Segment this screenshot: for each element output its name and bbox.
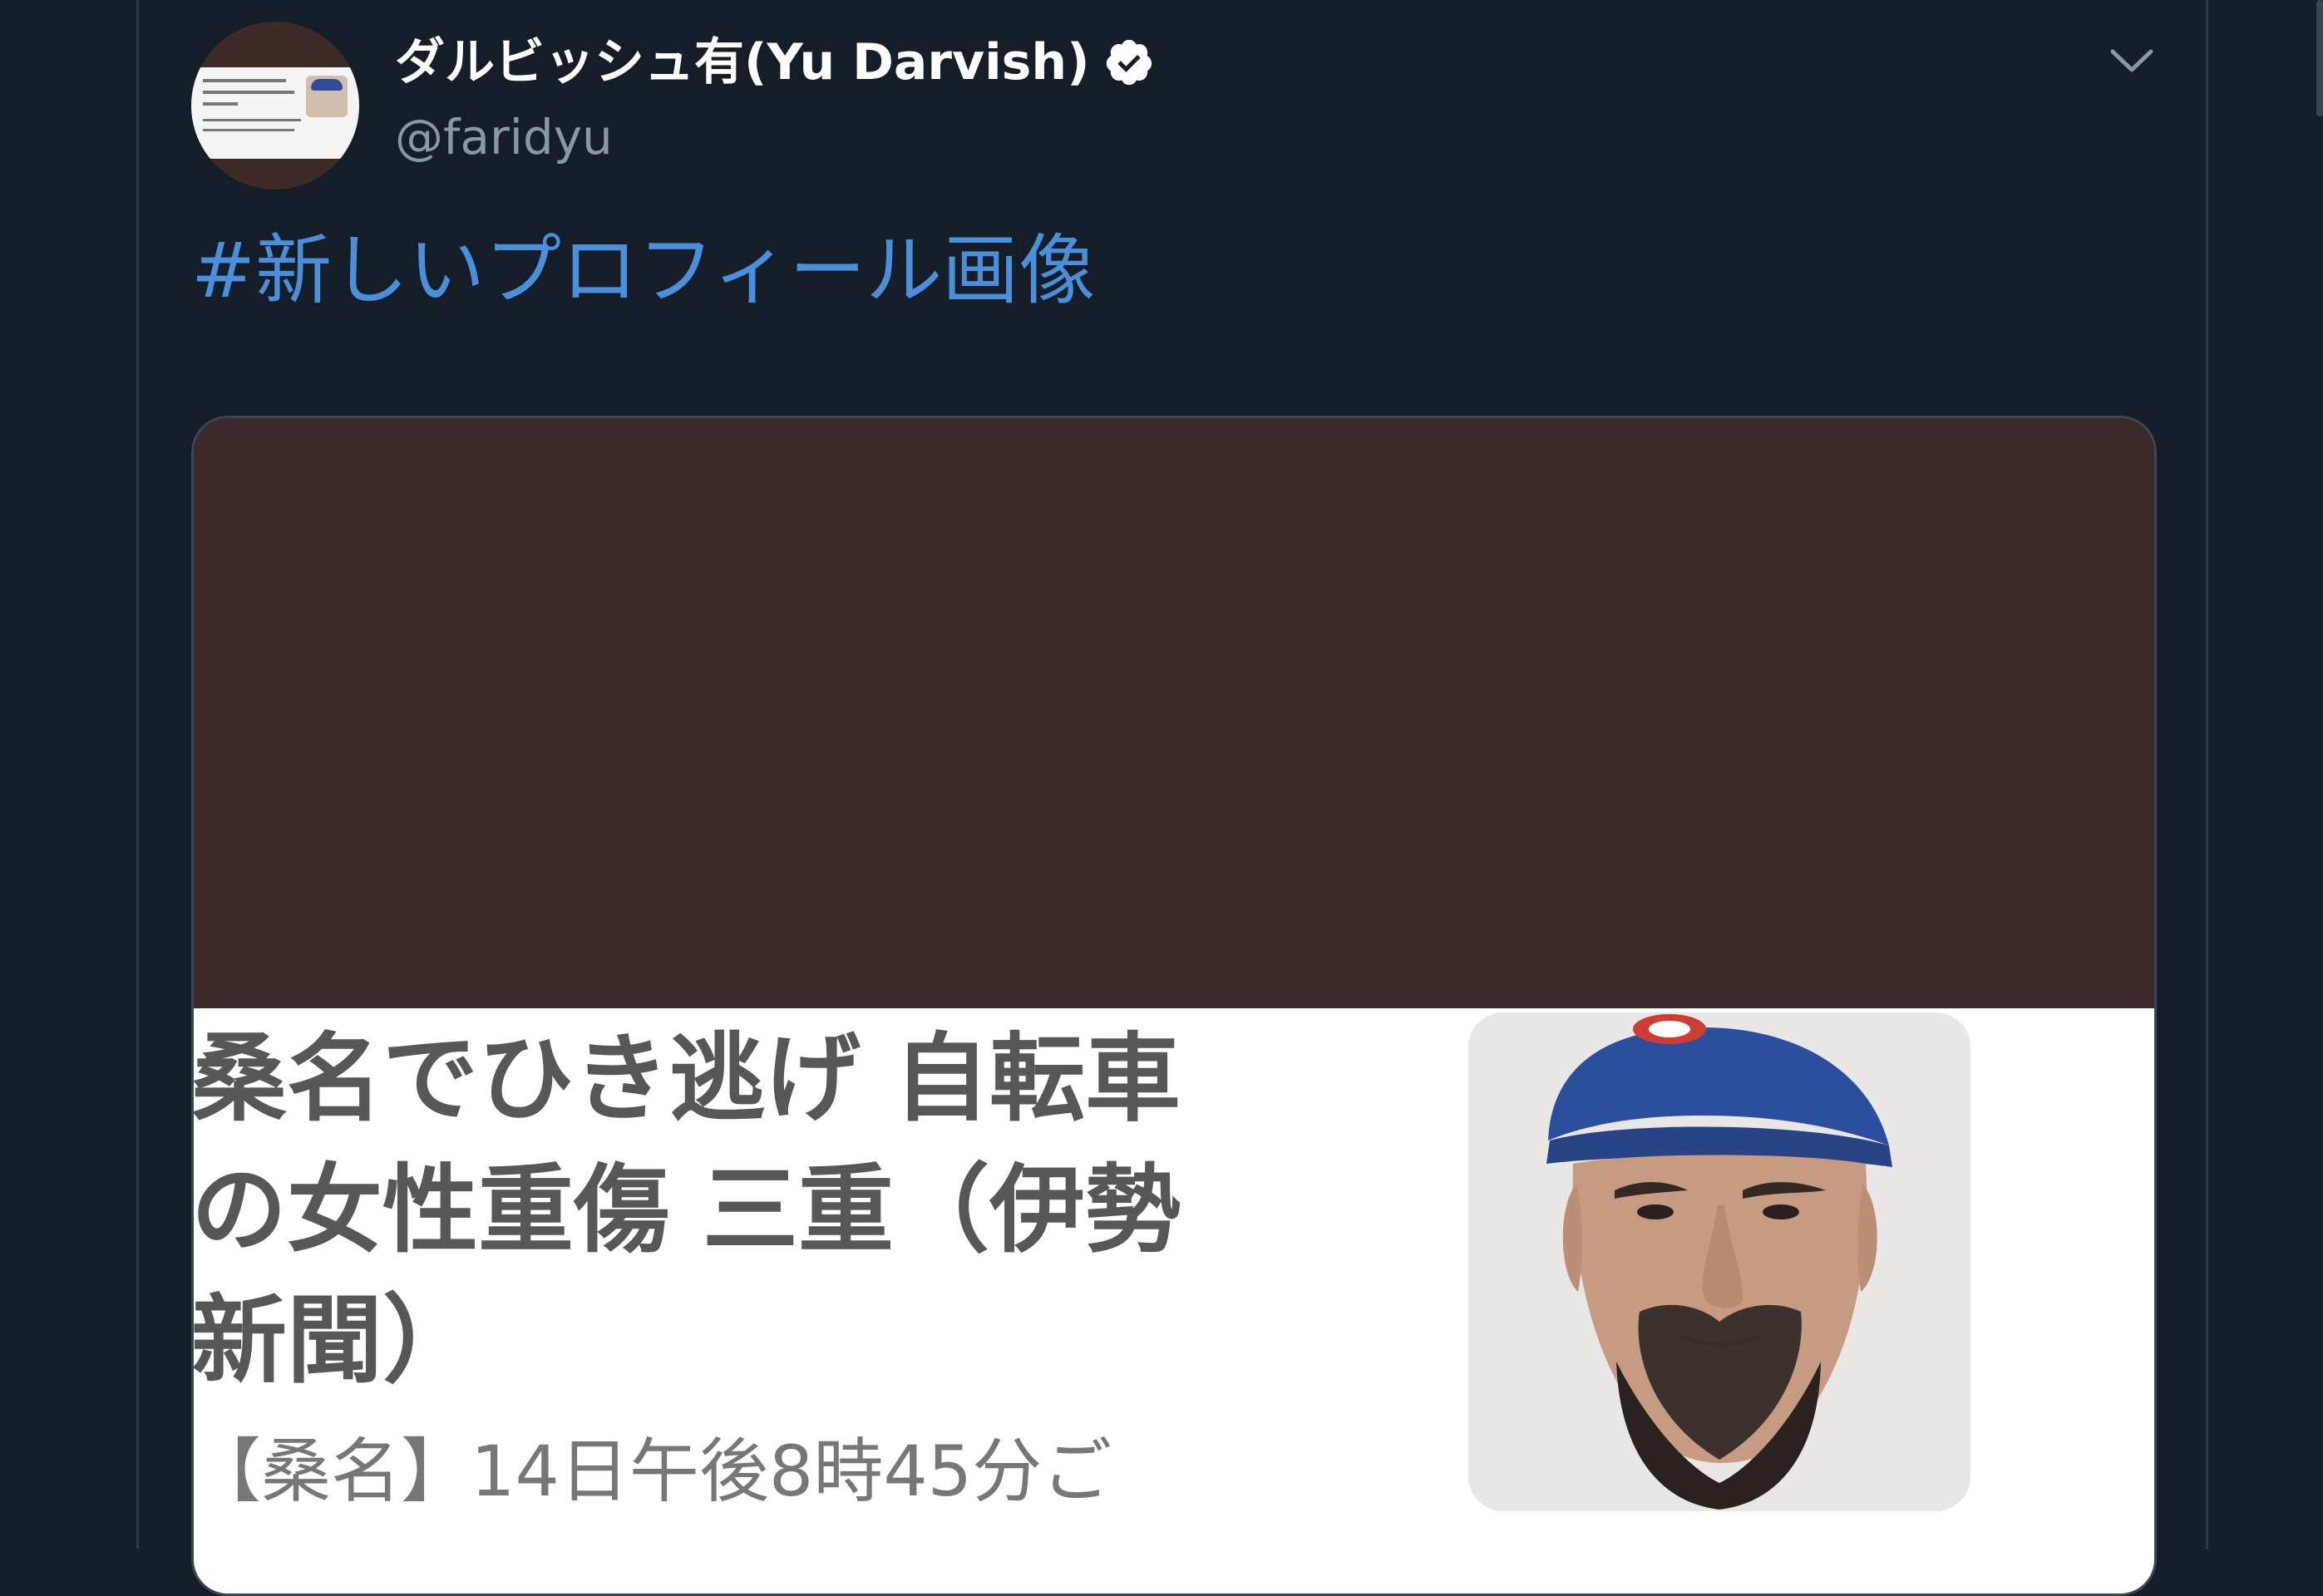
verified-badge-icon xyxy=(1106,39,1152,86)
avatar-article-thumbnail xyxy=(191,67,359,159)
article-title-line-1: 桑名でひき逃げ 自転車 xyxy=(191,1023,1181,1135)
image-top-area xyxy=(194,418,2154,1008)
article-title-line-2: の女性重傷 三重（伊勢 xyxy=(191,1154,1181,1266)
author-handle[interactable]: @faridyu xyxy=(395,113,613,161)
scrollbar[interactable] xyxy=(2316,0,2323,116)
hashtag-link[interactable]: #新しいプロフィール画像 xyxy=(191,233,1095,309)
display-name[interactable]: ダルビッシュ有(Yu Darvish) xyxy=(395,37,1090,87)
chevron-down-icon[interactable] xyxy=(2108,45,2156,78)
player-portrait-illustration xyxy=(1468,1012,1970,1511)
player-portrait xyxy=(1468,1012,1970,1511)
avatar-line-1 xyxy=(203,79,286,82)
avatar-line-4 xyxy=(203,119,301,121)
avatar[interactable] xyxy=(191,22,359,190)
avatar-portrait xyxy=(306,76,348,117)
author-name-row[interactable]: ダルビッシュ有(Yu Darvish) xyxy=(395,37,1155,88)
avatar-line-3 xyxy=(203,102,238,106)
article-title: 桑名でひき逃げ 自転車 の女性重傷 三重（伊勢 新聞） xyxy=(191,1014,1405,1407)
article-summary: 【桑名】14日午後8時45分ご xyxy=(191,1431,1112,1512)
avatar-line-5 xyxy=(203,129,294,131)
article-title-line-3: 新聞） xyxy=(191,1285,479,1397)
avatar-line-2 xyxy=(203,91,294,94)
